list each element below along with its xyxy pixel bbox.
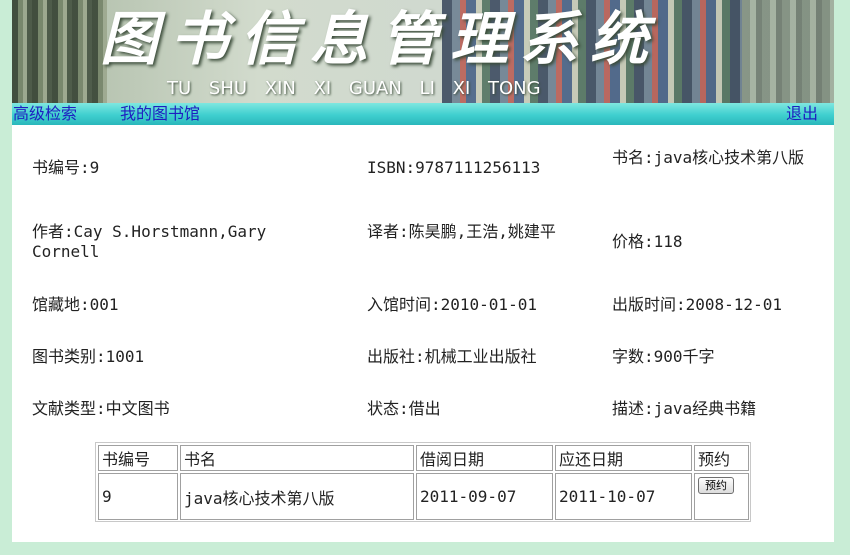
book-translator: 译者:陈昊鹏,王浩,姚建平	[367, 222, 556, 241]
book-price: 价格:118	[612, 232, 683, 251]
header-banner: 图书信息管理系统 TU SHU XIN XI GUAN LI XI TONG	[12, 0, 834, 103]
book-publish-date: 出版时间:2008-12-01	[612, 295, 782, 314]
book-isbn: ISBN:9787111256113	[367, 158, 541, 177]
logout-link[interactable]: 退出	[786, 103, 818, 125]
book-doc-type: 文献类型:中文图书	[32, 399, 170, 418]
book-publisher: 出版社:机械工业出版社	[367, 347, 537, 366]
table-header-reserve: 预约	[694, 445, 749, 471]
table-header-book-no: 书编号	[98, 445, 178, 471]
table-header-borrow-date: 借阅日期	[416, 445, 553, 471]
book-category: 图书类别:1001	[32, 347, 145, 366]
bookshelf-image-left	[12, 0, 107, 103]
nav-bar: 高级检索 我的图书馆 退出	[12, 103, 834, 125]
book-number: 书编号:9	[32, 158, 100, 177]
bookshelf-image-far-right	[742, 0, 834, 103]
book-title: 书名:java核心技术第八版	[612, 148, 805, 167]
system-subtitle-pinyin: TU SHU XIN XI GUAN LI XI TONG	[167, 78, 541, 99]
reserve-button[interactable]: 预约	[698, 477, 734, 494]
book-entry-date: 入馆时间:2010-01-01	[367, 295, 537, 314]
book-description: 描述:java经典书籍	[612, 399, 757, 418]
book-word-count: 字数:900千字	[612, 347, 715, 366]
borrow-table: 书编号 书名 借阅日期 应还日期 预约 9 java核心技术第八版 2011-0…	[95, 442, 751, 522]
table-cell-due-date: 2011-10-07	[555, 473, 692, 520]
book-author: 作者:Cay S.Horstmann,Gary Cornell	[32, 222, 267, 261]
table-header-title: 书名	[180, 445, 414, 471]
table-header-due-date: 应还日期	[555, 445, 692, 471]
book-status: 状态:借出	[367, 399, 441, 418]
table-cell-title: java核心技术第八版	[180, 473, 414, 520]
page-container: 图书信息管理系统 TU SHU XIN XI GUAN LI XI TONG 高…	[12, 0, 834, 542]
system-title: 图书信息管理系统	[100, 5, 661, 73]
table-cell-borrow-date: 2011-09-07	[416, 473, 553, 520]
my-library-link[interactable]: 我的图书馆	[120, 103, 200, 125]
book-location: 馆藏地:001	[32, 295, 119, 314]
advanced-search-link[interactable]: 高级检索	[13, 103, 77, 125]
table-cell-book-no: 9	[98, 473, 178, 520]
